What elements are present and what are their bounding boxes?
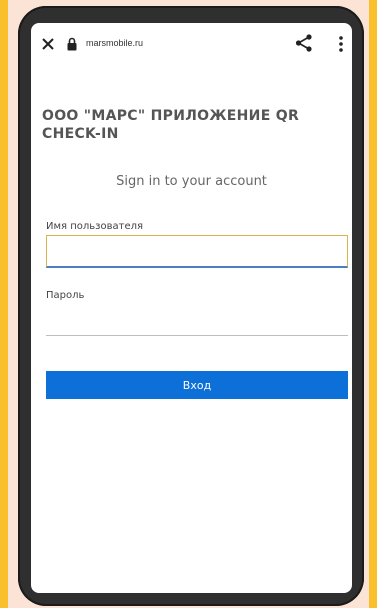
browser-toolbar: marsmobile.ru: [31, 23, 352, 65]
right-frame-accent: [369, 0, 377, 608]
app-title: ООО "МАРС" ПРИЛОЖЕНИЕ QR CHECK-IN: [42, 108, 300, 142]
lock-icon: [65, 36, 79, 52]
left-frame-accent: [0, 0, 8, 608]
username-label: Имя пользователя: [46, 221, 144, 232]
phone-screen: marsmobile.ru ООО "МАРС" ПРИЛОЖЕНИЕ QR C…: [31, 23, 352, 593]
url-text[interactable]: marsmobile.ru: [86, 38, 143, 48]
password-input[interactable]: [46, 304, 348, 336]
signin-heading: Sign in to your account: [116, 174, 267, 189]
username-input[interactable]: [46, 235, 348, 268]
close-icon[interactable]: [39, 35, 57, 53]
page-background: marsmobile.ru ООО "МАРС" ПРИЛОЖЕНИЕ QR C…: [0, 0, 377, 608]
login-button[interactable]: Вход: [46, 371, 348, 399]
share-icon[interactable]: [293, 32, 315, 54]
password-label: Пароль: [46, 290, 85, 301]
more-vert-icon[interactable]: [336, 34, 346, 54]
